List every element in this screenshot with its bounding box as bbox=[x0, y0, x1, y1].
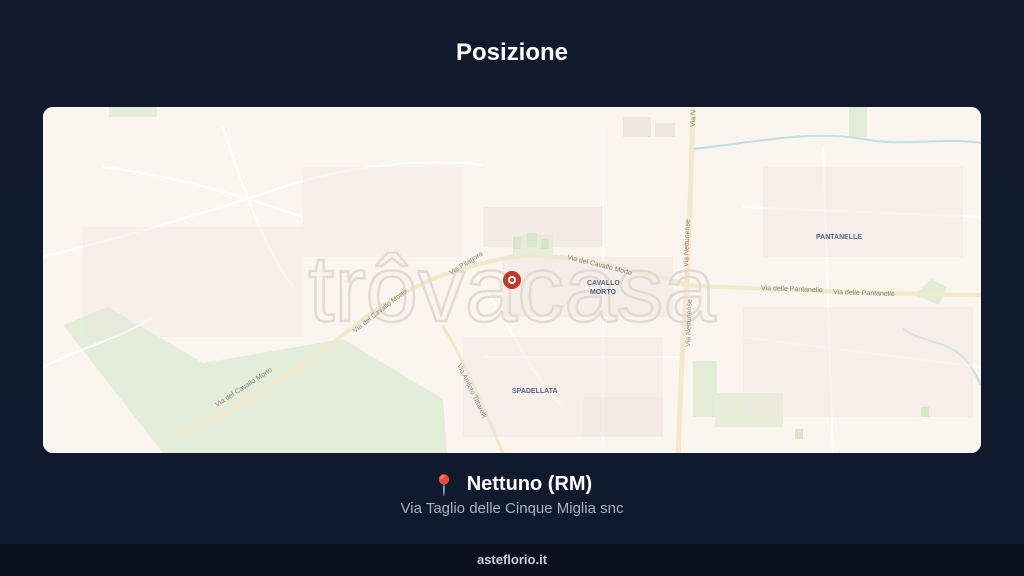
pin-icon: 📍 bbox=[431, 475, 457, 497]
field-green bbox=[849, 107, 867, 137]
street-label: Via N bbox=[690, 110, 698, 127]
location-marker-icon bbox=[503, 271, 521, 289]
location-address: Via Taglio delle Cinque Miglia snc bbox=[400, 500, 624, 517]
place-label-pantanelle: PANTANELLE bbox=[816, 234, 862, 241]
footer-site-link[interactable]: asteflorio.it bbox=[477, 552, 547, 567]
place-label-morto: MORTO bbox=[590, 289, 616, 296]
map[interactable]: trôvacasa Via Nettunense Via Nettunense … bbox=[43, 107, 981, 453]
place-label-spadellata: SPADELLATA bbox=[512, 388, 558, 395]
place-label-cavallo: CAVALLO bbox=[587, 280, 620, 287]
location-city: Nettuno (RM) bbox=[466, 473, 593, 495]
field-green bbox=[109, 107, 157, 117]
footer: asteflorio.it bbox=[0, 544, 1024, 576]
location-title: 📍 Nettuno (RM) bbox=[0, 470, 1024, 500]
page-title: Posizione bbox=[455, 39, 569, 66]
map-canvas: trôvacasa Via Nettunense Via Nettunense … bbox=[43, 107, 981, 453]
field-green bbox=[693, 361, 717, 417]
